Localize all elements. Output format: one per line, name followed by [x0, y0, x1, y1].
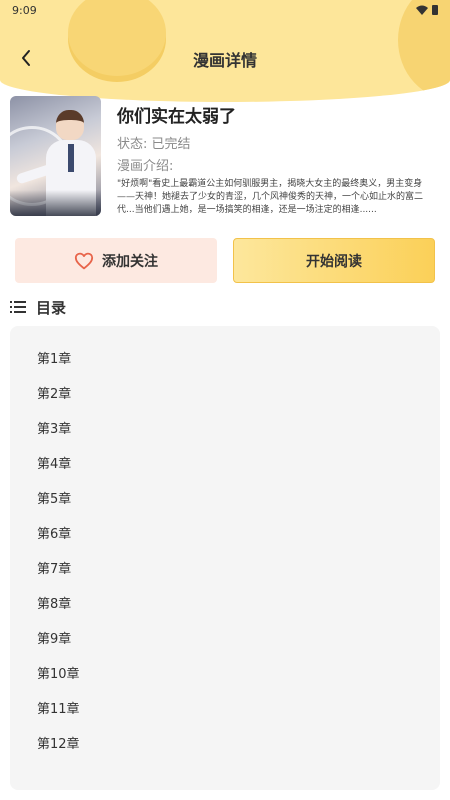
chapter-item[interactable]: 第7章 — [10, 552, 440, 587]
nav-bar: 漫画详情 — [0, 40, 450, 76]
heart-outline-icon — [74, 252, 94, 269]
chapter-item[interactable]: 第4章 — [10, 447, 440, 482]
chapter-item[interactable]: 第1章 — [10, 342, 440, 377]
comic-title: 你们实在太弱了 — [117, 107, 236, 127]
comic-status: 状态: 已完结 — [117, 137, 191, 152]
list-icon — [10, 301, 26, 313]
comic-info: 你们实在太弱了 状态: 已完结 漫画介绍: "好烦啊"看史上最霸道公主如何驯服男… — [10, 96, 440, 220]
chapter-item[interactable]: 第3章 — [10, 412, 440, 447]
chapter-list: 第1章 第2章 第3章 第4章 第5章 第6章 第7章 第8章 第9章 第10章… — [10, 326, 440, 762]
status-time: 9:09 — [12, 4, 37, 17]
chapter-item[interactable]: 第11章 — [10, 692, 440, 727]
chapter-item[interactable]: 第12章 — [10, 727, 440, 762]
wifi-icon — [416, 5, 428, 15]
toc-title: 目录 — [36, 298, 67, 317]
add-follow-label: 添加关注 — [102, 253, 158, 270]
chapter-item[interactable]: 第8章 — [10, 587, 440, 622]
comic-description: "好烦啊"看史上最霸道公主如何驯服男主，揭晓大女主的最终奥义，男主变身——天神！… — [117, 179, 424, 215]
chapter-item[interactable]: 第10章 — [10, 657, 440, 692]
chapter-list-panel: 第1章 第2章 第3章 第4章 第5章 第6章 第7章 第8章 第9章 第10章… — [10, 326, 440, 790]
toc-header: 目录 — [10, 297, 66, 317]
start-reading-button[interactable]: 开始阅读 — [233, 238, 435, 283]
chapter-item[interactable]: 第2章 — [10, 377, 440, 412]
start-reading-label: 开始阅读 — [306, 253, 362, 270]
status-icons — [416, 5, 438, 15]
page-title: 漫画详情 — [192, 51, 257, 70]
comic-cover-image — [10, 96, 101, 216]
battery-icon — [432, 5, 438, 15]
status-bar: 9:09 — [0, 0, 450, 22]
intro-label: 漫画介绍: — [117, 159, 174, 174]
chapter-item[interactable]: 第5章 — [10, 482, 440, 517]
add-follow-button[interactable]: 添加关注 — [15, 238, 217, 283]
chapter-item[interactable]: 第6章 — [10, 517, 440, 552]
chapter-item[interactable]: 第9章 — [10, 622, 440, 657]
